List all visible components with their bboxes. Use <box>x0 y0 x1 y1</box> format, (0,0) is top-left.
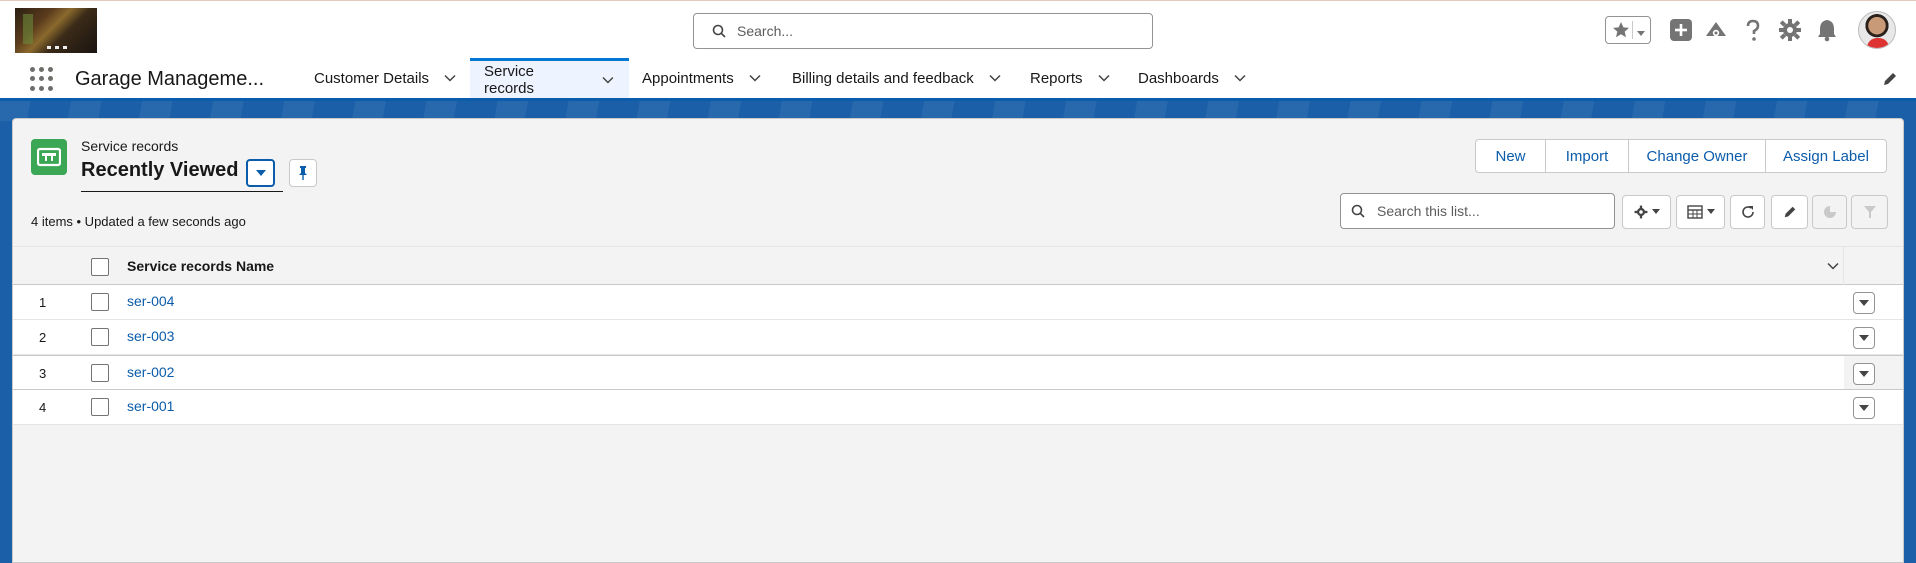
record-link[interactable]: ser-002 <box>127 364 174 380</box>
tab-appointments[interactable]: Appointments <box>628 58 776 98</box>
chevron-down-icon[interactable] <box>601 73 615 87</box>
tab-reports[interactable]: Reports <box>1016 58 1125 98</box>
user-avatar[interactable] <box>1858 11 1896 49</box>
table-row: 3 ser-002 <box>13 355 1903 390</box>
table-row: 2 ser-003 <box>13 320 1903 355</box>
inline-edit-button[interactable] <box>1771 195 1808 229</box>
change-owner-button[interactable]: Change Owner <box>1628 140 1765 172</box>
favorites-button[interactable] <box>1605 16 1651 44</box>
chevron-down-icon[interactable] <box>1233 71 1247 85</box>
row-checkbox[interactable] <box>91 328 109 346</box>
assign-label-button[interactable]: Assign Label <box>1765 140 1886 172</box>
row-number: 2 <box>39 330 47 345</box>
list-search-input[interactable] <box>1377 195 1607 227</box>
app-name: Garage Manageme... <box>75 68 264 90</box>
service-records-object-icon <box>31 139 67 175</box>
record-link[interactable]: ser-001 <box>127 398 174 414</box>
app-launcher-icon[interactable] <box>30 67 54 91</box>
row-checkbox[interactable] <box>91 398 109 416</box>
star-icon <box>1611 20 1631 43</box>
list-action-buttons: New Import Change Owner Assign Label <box>1475 139 1887 173</box>
tab-label: Appointments <box>642 69 734 87</box>
chevron-down-icon[interactable] <box>748 71 762 85</box>
chart-icon <box>1823 206 1836 218</box>
filter-icon <box>1863 206 1876 218</box>
tab-billing-details-and-feedback[interactable]: Billing details and feedback <box>778 58 1016 98</box>
list-view-title[interactable]: Recently Viewed <box>81 159 238 182</box>
caret-down-icon <box>1859 334 1869 341</box>
search-icon <box>1351 204 1365 221</box>
caret-down-icon <box>1859 299 1869 306</box>
charts-button[interactable] <box>1812 195 1847 229</box>
caret-down-icon <box>255 170 266 176</box>
help-icon[interactable] <box>1740 17 1766 43</box>
table-icon <box>1686 205 1703 219</box>
tab-dashboards[interactable]: Dashboards <box>1124 58 1261 98</box>
row-checkbox[interactable] <box>91 364 109 382</box>
table-row: 1 ser-004 <box>13 285 1903 320</box>
row-number: 1 <box>39 295 47 310</box>
row-actions-button[interactable] <box>1853 397 1875 419</box>
select-all-checkbox[interactable] <box>91 258 109 276</box>
list-search[interactable] <box>1340 193 1615 229</box>
row-actions-button[interactable] <box>1853 292 1875 314</box>
chevron-down-icon[interactable] <box>1097 71 1111 85</box>
caret-down-icon <box>1859 404 1869 411</box>
row-checkbox[interactable] <box>91 293 109 311</box>
tab-label: Customer Details <box>314 69 430 87</box>
app-navigation-bar: Garage Manageme... Customer Details Serv… <box>0 58 1916 101</box>
list-view-card: Service records Recently Viewed 4 items … <box>12 118 1904 563</box>
global-search[interactable] <box>693 13 1153 49</box>
records-table: Service records Name 1 ser-004 2 ser-003… <box>13 246 1903 545</box>
caret-down-icon <box>1859 370 1869 377</box>
filters-button[interactable] <box>1851 195 1888 229</box>
chevron-down-icon[interactable] <box>443 71 457 85</box>
global-actions-icon[interactable] <box>1668 17 1694 43</box>
object-label: Service records <box>81 138 179 154</box>
list-status-text: 4 items • Updated a few seconds ago <box>31 214 246 229</box>
edit-nav-pencil-icon[interactable] <box>1882 71 1898 90</box>
global-search-input[interactable] <box>737 15 1137 47</box>
column-header-name[interactable]: Service records Name <box>127 258 274 274</box>
gear-icon[interactable] <box>1777 17 1803 43</box>
row-number: 4 <box>39 400 47 415</box>
import-button[interactable]: Import <box>1545 140 1628 172</box>
record-link[interactable]: ser-003 <box>127 328 174 344</box>
caret-down-icon <box>1651 209 1660 214</box>
row-actions-button[interactable] <box>1853 327 1875 349</box>
tab-label: Reports <box>1030 69 1083 87</box>
pencil-icon <box>1784 206 1795 218</box>
table-row: 4 ser-001 <box>13 390 1903 425</box>
table-header: Service records Name <box>13 246 1903 286</box>
pin-icon <box>299 166 307 180</box>
company-logo[interactable] <box>15 8 97 53</box>
pin-list-view-button[interactable] <box>289 159 317 187</box>
global-header <box>0 0 1916 58</box>
notification-bell-icon[interactable] <box>1814 17 1840 43</box>
list-view-picker-button[interactable] <box>246 159 275 187</box>
tab-label: Dashboards <box>1138 69 1219 87</box>
list-view-controls-button[interactable] <box>1622 195 1671 229</box>
refresh-icon <box>1741 206 1754 218</box>
refresh-button[interactable] <box>1730 195 1765 229</box>
gear-icon <box>1634 205 1647 219</box>
row-actions-button[interactable] <box>1853 363 1875 385</box>
trailhead-icon[interactable] <box>1703 17 1729 43</box>
caret-down-icon <box>1706 209 1715 214</box>
display-as-button[interactable] <box>1676 195 1725 229</box>
chevron-down-icon[interactable] <box>1826 259 1840 276</box>
tab-customer-details[interactable]: Customer Details <box>300 58 471 98</box>
chevron-down-icon <box>1636 26 1646 41</box>
tab-label: Service records <box>484 62 535 97</box>
search-icon <box>712 24 726 41</box>
tab-service-records[interactable]: Service records <box>470 58 629 98</box>
chevron-down-icon[interactable] <box>988 71 1002 85</box>
new-button[interactable]: New <box>1476 140 1545 172</box>
tab-label: Billing details and feedback <box>792 69 974 87</box>
record-link[interactable]: ser-004 <box>127 293 174 309</box>
row-number: 3 <box>39 366 47 381</box>
